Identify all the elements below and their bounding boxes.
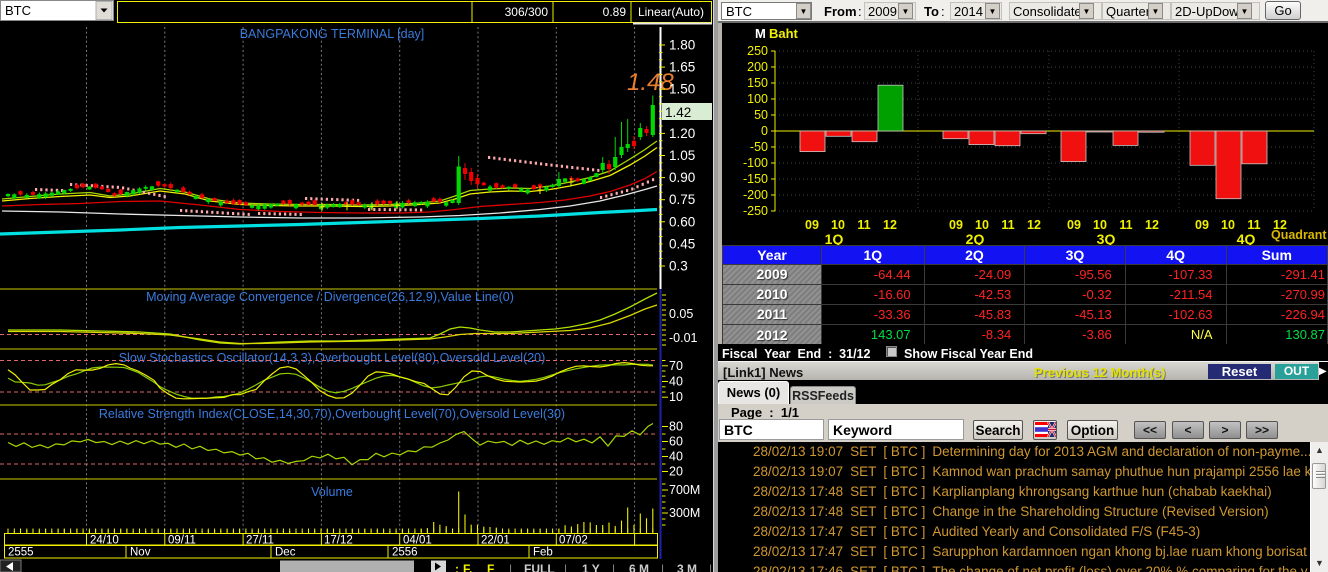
svg-text:-50: -50 bbox=[750, 140, 768, 154]
svg-text:Volume: Volume bbox=[311, 485, 353, 499]
svg-text:07/02: 07/02 bbox=[559, 535, 588, 547]
svg-text:Slow Stochastics Oscillator(14: Slow Stochastics Oscillator(14,3,3),Over… bbox=[119, 351, 546, 365]
svg-text:10: 10 bbox=[975, 218, 989, 232]
svg-text:17/12: 17/12 bbox=[324, 535, 353, 547]
svg-text:0.45: 0.45 bbox=[669, 236, 695, 251]
svg-text:40: 40 bbox=[669, 375, 683, 389]
svg-text:|: | bbox=[509, 562, 512, 572]
svg-text:09: 09 bbox=[1195, 218, 1209, 232]
svg-text:10: 10 bbox=[831, 218, 845, 232]
svg-text:|: | bbox=[709, 562, 712, 572]
svg-text:11: 11 bbox=[1001, 218, 1014, 232]
svg-text:11: 11 bbox=[1119, 218, 1132, 232]
svg-text:Feb: Feb bbox=[533, 547, 553, 559]
svg-text:4Q: 4Q bbox=[1237, 231, 1256, 245]
svg-text:700M: 700M bbox=[669, 483, 700, 497]
svg-text:10: 10 bbox=[1093, 218, 1107, 232]
svg-text:BANGPAKONG TERMINAL [day]: BANGPAKONG TERMINAL [day] bbox=[240, 27, 425, 41]
svg-text:1.80: 1.80 bbox=[669, 38, 695, 53]
svg-text:250: 250 bbox=[747, 44, 768, 58]
svg-text:11: 11 bbox=[1247, 218, 1260, 232]
svg-text:2556: 2556 bbox=[392, 547, 418, 559]
svg-text:1.05: 1.05 bbox=[669, 148, 695, 163]
svg-text:27/11: 27/11 bbox=[246, 535, 274, 547]
svg-text:200: 200 bbox=[747, 60, 768, 74]
svg-text:0.05: 0.05 bbox=[669, 307, 693, 321]
svg-text:1.42: 1.42 bbox=[665, 105, 691, 120]
svg-text:Moving Average Convergence / D: Moving Average Convergence / Divergence(… bbox=[146, 290, 514, 304]
svg-text:1.65: 1.65 bbox=[669, 60, 695, 75]
svg-text:0.90: 0.90 bbox=[669, 170, 695, 185]
svg-text:300M: 300M bbox=[669, 506, 700, 520]
svg-text:M: M bbox=[755, 26, 766, 41]
svg-text:BTC: BTC bbox=[5, 3, 31, 18]
svg-text:-250: -250 bbox=[743, 204, 768, 218]
svg-text:09: 09 bbox=[949, 218, 963, 232]
svg-text:50: 50 bbox=[754, 108, 768, 122]
svg-text:0.89: 0.89 bbox=[603, 5, 627, 19]
svg-text:09: 09 bbox=[1067, 218, 1081, 232]
svg-text:F,: F, bbox=[463, 562, 472, 572]
svg-text:Relative Strength Index(CLOSE,: Relative Strength Index(CLOSE,14,30,70),… bbox=[99, 407, 565, 421]
svg-text:0: 0 bbox=[761, 124, 768, 138]
svg-text:-150: -150 bbox=[743, 172, 768, 186]
svg-text:Quadrant: Quadrant bbox=[1271, 228, 1327, 242]
svg-text:3Q: 3Q bbox=[1097, 231, 1116, 245]
svg-text:12: 12 bbox=[883, 218, 897, 232]
svg-text:Nov: Nov bbox=[130, 547, 151, 559]
svg-text:Baht: Baht bbox=[769, 26, 799, 41]
svg-text:12: 12 bbox=[1027, 218, 1041, 232]
svg-text:04/01: 04/01 bbox=[403, 535, 432, 547]
svg-text:6 M: 6 M bbox=[629, 562, 649, 572]
svg-text:22/01: 22/01 bbox=[481, 535, 510, 547]
svg-text:0.3: 0.3 bbox=[669, 259, 688, 274]
svg-text:11: 11 bbox=[857, 218, 870, 232]
svg-text:2Q: 2Q bbox=[966, 231, 985, 245]
svg-text:-200: -200 bbox=[743, 188, 768, 202]
svg-text:80: 80 bbox=[669, 420, 683, 434]
svg-text:1 Y: 1 Y bbox=[582, 562, 600, 572]
svg-text:70: 70 bbox=[669, 359, 683, 373]
svg-text:3 M: 3 M bbox=[677, 562, 697, 572]
svg-text:24/10: 24/10 bbox=[90, 535, 119, 547]
svg-text:306/300: 306/300 bbox=[505, 5, 549, 19]
svg-text:1.48: 1.48 bbox=[627, 69, 674, 96]
svg-text:1.20: 1.20 bbox=[669, 126, 695, 141]
svg-text:09: 09 bbox=[805, 218, 819, 232]
svg-text:20: 20 bbox=[669, 465, 683, 479]
svg-text:40: 40 bbox=[669, 450, 683, 464]
svg-text:10: 10 bbox=[1221, 218, 1235, 232]
svg-text:-0.01: -0.01 bbox=[669, 331, 698, 345]
svg-text:1Q: 1Q bbox=[825, 231, 844, 245]
svg-text:150: 150 bbox=[747, 76, 768, 90]
svg-text:F: F bbox=[487, 562, 494, 572]
svg-text:0.60: 0.60 bbox=[669, 214, 695, 229]
svg-text:60: 60 bbox=[669, 435, 683, 449]
svg-text:2555: 2555 bbox=[8, 547, 34, 559]
svg-text:09/11: 09/11 bbox=[168, 535, 196, 547]
svg-text:1.50: 1.50 bbox=[669, 82, 695, 97]
svg-text:Linear(Auto): Linear(Auto) bbox=[638, 5, 704, 19]
svg-text:0.75: 0.75 bbox=[669, 192, 695, 207]
svg-text:100: 100 bbox=[747, 92, 768, 106]
svg-text:12: 12 bbox=[1145, 218, 1159, 232]
svg-text:;: ; bbox=[455, 562, 459, 572]
svg-text:|: | bbox=[661, 562, 664, 572]
svg-text:|: | bbox=[612, 562, 615, 572]
svg-text:10: 10 bbox=[669, 390, 683, 404]
svg-text:|: | bbox=[564, 562, 567, 572]
svg-text:Dec: Dec bbox=[275, 547, 296, 559]
svg-text:-100: -100 bbox=[743, 156, 768, 170]
svg-text:FULL: FULL bbox=[524, 562, 555, 572]
